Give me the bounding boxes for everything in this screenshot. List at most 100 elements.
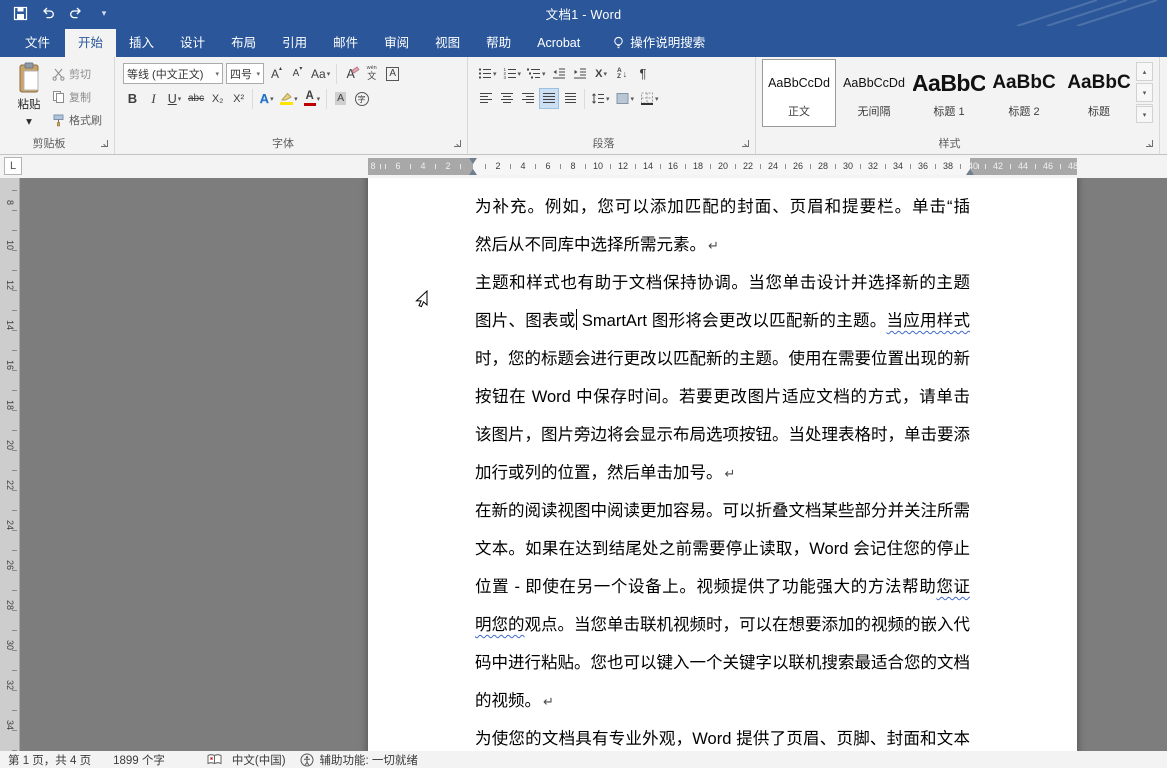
text-line[interactable]: 主题和样式也有助于文档保持协调。当您单击设计并选择新的主题时， — [475, 264, 970, 302]
change-case-button[interactable]: Aa▾ — [309, 63, 332, 84]
borders-button[interactable]: ▾ — [638, 88, 661, 109]
tab-文件[interactable]: 文件 — [10, 29, 65, 57]
distribute-button[interactable] — [561, 88, 580, 109]
font-size-combo[interactable]: 四号 ▾ — [226, 63, 264, 84]
ruler-number: 38 — [943, 161, 953, 172]
character-border-button[interactable]: A — [383, 63, 402, 84]
accessibility-status[interactable]: 辅助功能: 一切就绪 — [320, 752, 418, 768]
multilevel-list-button[interactable]: ▾ — [525, 63, 548, 84]
subscript-button[interactable]: X₂ — [208, 88, 227, 109]
format-painter-icon — [52, 113, 65, 127]
decrease-indent-button[interactable] — [550, 63, 569, 84]
text-line[interactable]: 框设计，这些设计可互 — [475, 178, 970, 188]
text-run: 为补充。例如，您可以添加匹配的封面、页眉和提要栏。单击“插入”， — [475, 198, 970, 226]
tab-引用[interactable]: 引用 — [269, 29, 320, 57]
horizontal-ruler[interactable]: 8642246810121416182022242628303234363840… — [368, 158, 1077, 175]
tab-插入[interactable]: 插入 — [116, 29, 167, 57]
font-color-button[interactable]: A ▾ — [302, 88, 323, 109]
text-effects-button[interactable]: A▾ — [257, 88, 276, 109]
tab-帮助[interactable]: 帮助 — [473, 29, 524, 57]
align-center-button[interactable] — [497, 88, 516, 109]
character-shading-button[interactable]: A — [331, 88, 350, 109]
text-line[interactable]: 位置 - 即使在另一个设备上。视频提供了功能强大的方法帮助您证 — [475, 568, 970, 606]
bold-button[interactable]: B — [123, 88, 142, 109]
proofing-status-button[interactable] — [207, 753, 222, 766]
text-line[interactable]: 在新的阅读视图中阅读更加容易。可以折叠文档某些部分并关注所需 — [475, 492, 970, 530]
tab-设计[interactable]: 设计 — [167, 29, 218, 57]
left-indent-marker[interactable] — [469, 169, 477, 175]
clear-formatting-button[interactable]: A — [341, 63, 360, 84]
tab-开始[interactable]: 开始 — [65, 29, 116, 57]
styles-dialog-launcher[interactable] — [1145, 139, 1155, 149]
language-status[interactable]: 中文(中国) — [232, 752, 286, 768]
tab-布局[interactable]: 布局 — [218, 29, 269, 57]
style-card-标题[interactable]: AaBbC标题 — [1062, 59, 1136, 127]
text-line[interactable]: 该图片，图片旁边将会显示布局选项按钮。当处理表格时，单击要添 — [475, 416, 970, 454]
text-line[interactable]: 为补充。例如，您可以添加匹配的封面、页眉和提要栏。单击“插入”， — [475, 188, 970, 226]
document-page[interactable]: 框设计，这些设计可互为补充。例如，您可以添加匹配的封面、页眉和提要栏。单击“插入… — [368, 178, 1077, 751]
bullets-button[interactable]: ▾ — [476, 63, 499, 84]
text-line[interactable]: 加行或列的位置，然后单击加号。↵ — [475, 454, 970, 492]
text-line[interactable]: 图片、图表或 SmartArt 图形将会更改以匹配新的主题。当应用样式 — [475, 302, 970, 340]
paragraph-dialog-launcher[interactable] — [741, 139, 751, 149]
text-line[interactable]: 的视频。↵ — [475, 682, 970, 720]
save-button[interactable] — [8, 2, 32, 24]
word-count-status[interactable]: 1899 个字 — [113, 752, 165, 768]
text-line[interactable]: 时，您的标题会进行更改以匹配新的主题。使用在需要位置出现的新 — [475, 340, 970, 378]
increase-indent-button[interactable] — [571, 63, 590, 84]
superscript-button[interactable]: X² — [229, 88, 248, 109]
asian-layout-button[interactable]: X▾ — [592, 63, 611, 84]
line-spacing-button[interactable]: ▾ — [589, 88, 612, 109]
cut-button[interactable]: 剪切 — [52, 65, 102, 83]
first-line-indent-marker[interactable] — [469, 158, 477, 164]
clipboard-dialog-launcher[interactable] — [100, 139, 110, 149]
underline-button[interactable]: U▾ — [165, 88, 184, 109]
copy-button[interactable]: 复制 — [52, 88, 102, 106]
style-card-标题 2[interactable]: AaBbC标题 2 — [987, 59, 1061, 127]
numbering-button[interactable]: 1 2 3 ▾ — [501, 63, 524, 84]
page-number-status[interactable]: 第 1 页，共 4 页 — [8, 752, 91, 768]
text-line[interactable]: 码中进行粘贴。您也可以键入一个关键字以联机搜索最适合您的文档 — [475, 644, 970, 682]
tab-stop-selector[interactable]: L — [4, 157, 22, 175]
strikethrough-button[interactable]: abc — [186, 88, 206, 109]
tab-Acrobat[interactable]: Acrobat — [524, 29, 593, 57]
text-line[interactable]: 文本。如果在达到结尾处之前需要停止读取，Word 会记住您的停止 — [475, 530, 970, 568]
text-line[interactable]: 明您的观点。当您单击联机视频时，可以在想要添加的视频的嵌入代 — [475, 606, 970, 644]
styles-scroll-up-button[interactable]: ▴ — [1136, 62, 1153, 81]
grow-font-button[interactable]: A▴ — [267, 63, 286, 84]
vertical-ruler[interactable]: 810121416182022242628303234 — [0, 178, 20, 751]
text-line[interactable]: 然后从不同库中选择所需元素。↵ — [475, 226, 970, 264]
phonetic-guide-button[interactable]: wén 文 — [362, 63, 381, 84]
italic-button[interactable]: I — [144, 88, 163, 109]
align-right-button[interactable] — [518, 88, 537, 109]
shrink-font-button[interactable]: A▾ — [288, 63, 307, 84]
format-painter-button[interactable]: 格式刷 — [52, 111, 102, 129]
sort-button[interactable]: AZ ↓ — [613, 63, 632, 84]
shading-button[interactable]: ▾ — [614, 88, 637, 109]
text-line[interactable]: 按钮在 Word 中保存时间。若要更改图片适应文档的方式，请单击 — [475, 378, 970, 416]
font-name-combo[interactable]: 等线 (中文正文) ▾ — [123, 63, 223, 84]
highlight-color-button[interactable]: ▾ — [278, 88, 300, 109]
justify-button[interactable] — [539, 88, 559, 109]
text-line[interactable]: 为使您的文档具有专业外观，Word 提供了页眉、页脚、封面和文本 — [475, 720, 970, 751]
styles-scroll-down-button[interactable]: ▾ — [1136, 83, 1153, 102]
enclose-characters-button[interactable]: 字 — [352, 88, 371, 109]
borders-icon — [640, 92, 654, 105]
undo-button[interactable] — [36, 2, 60, 24]
style-card-正文[interactable]: AaBbCcDd正文 — [762, 59, 836, 127]
tab-视图[interactable]: 视图 — [422, 29, 473, 57]
qat-customize-button[interactable]: ▾ — [92, 2, 116, 24]
tab-邮件[interactable]: 邮件 — [320, 29, 371, 57]
tab-label: 审阅 — [384, 29, 409, 57]
tab-操作说明搜索[interactable]: 操作说明搜索 — [599, 29, 718, 57]
style-card-标题 1[interactable]: AaBbC标题 1 — [912, 59, 986, 127]
align-left-button[interactable] — [476, 88, 495, 109]
show-formatting-marks-button[interactable]: ¶ — [634, 63, 653, 84]
font-dialog-launcher[interactable] — [453, 139, 463, 149]
ruler-number: 28 — [818, 161, 828, 172]
redo-button[interactable] — [64, 2, 88, 24]
style-card-无间隔[interactable]: AaBbCcDd无间隔 — [837, 59, 911, 127]
paste-button[interactable]: 粘贴 ▾ — [8, 62, 50, 138]
tab-审阅[interactable]: 审阅 — [371, 29, 422, 57]
styles-more-button[interactable]: ▾ — [1136, 104, 1153, 123]
